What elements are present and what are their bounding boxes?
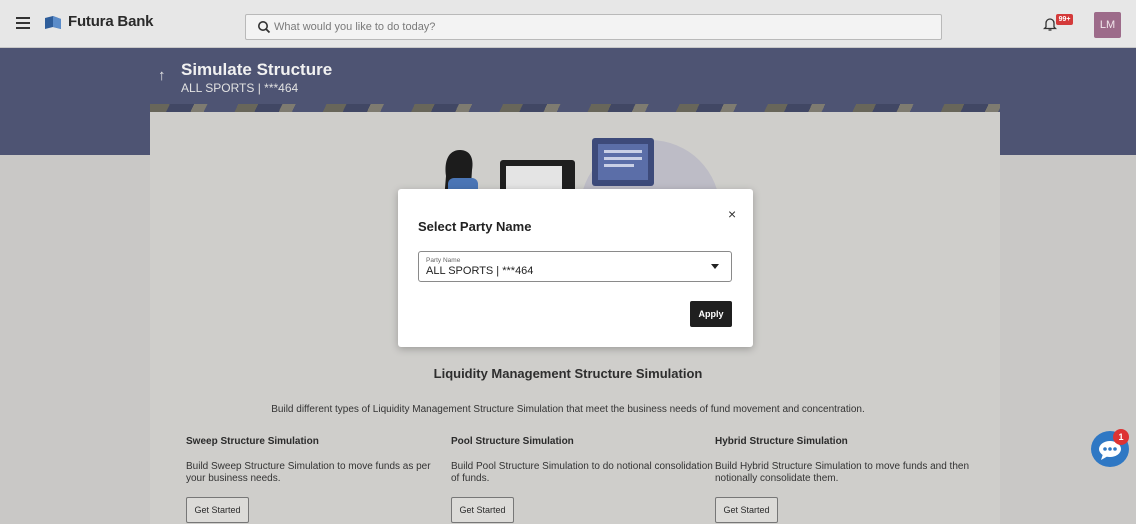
party-name-select[interactable]: Party Name ALL SPORTS | ***464 <box>418 251 732 282</box>
page-title: Simulate Structure <box>181 60 333 79</box>
notification-badge: 99+ <box>1056 14 1073 25</box>
bank-logo-icon <box>45 16 61 29</box>
hybrid-simulation-option: Hybrid Structure Simulation Build Hybrid… <box>715 436 985 523</box>
menu-icon[interactable] <box>16 17 30 29</box>
chat-notification-badge: 1 <box>1113 429 1129 445</box>
section-description: Build different types of Liquidity Manag… <box>271 404 865 415</box>
back-arrow-icon[interactable]: ↑ <box>158 67 166 84</box>
option-title: Hybrid Structure Simulation <box>715 436 848 447</box>
option-title: Pool Structure Simulation <box>451 436 574 447</box>
option-title: Sweep Structure Simulation <box>186 436 319 447</box>
brand-name[interactable]: Futura Bank <box>68 13 154 30</box>
avatar[interactable]: LM <box>1094 12 1121 38</box>
option-description: Build Hybrid Structure Simulation to mov… <box>715 461 970 484</box>
select-party-modal: Select Party Name × Party Name ALL SPORT… <box>398 189 753 347</box>
page-subtitle: ALL SPORTS | ***464 <box>181 81 299 95</box>
party-name-value: ALL SPORTS | ***464 <box>426 265 534 277</box>
apply-button[interactable]: Apply <box>690 301 732 327</box>
modal-title: Select Party Name <box>418 219 532 234</box>
top-bar: Futura Bank What would you like to do to… <box>0 0 1136 48</box>
pool-simulation-option: Pool Structure Simulation Build Pool Str… <box>451 436 721 523</box>
party-name-label: Party Name <box>426 257 461 264</box>
option-description: Build Pool Structure Simulation to do no… <box>451 461 713 484</box>
pool-get-started-button[interactable]: Get Started <box>451 497 514 523</box>
chevron-down-icon[interactable] <box>711 264 719 269</box>
section-title: Liquidity Management Structure Simulatio… <box>433 366 703 381</box>
hybrid-get-started-button[interactable]: Get Started <box>715 497 778 523</box>
search-input[interactable]: What would you like to do today? <box>274 21 435 33</box>
option-description: Build Sweep Structure Simulation to move… <box>186 461 431 484</box>
close-icon[interactable]: × <box>728 207 736 221</box>
header-decoration <box>150 104 1000 112</box>
bell-icon[interactable] <box>1043 17 1057 31</box>
search-icon <box>258 21 271 34</box>
search-bar[interactable]: What would you like to do today? <box>245 14 942 40</box>
sweep-simulation-option: Sweep Structure Simulation Build Sweep S… <box>186 436 456 523</box>
sweep-get-started-button[interactable]: Get Started <box>186 497 249 523</box>
